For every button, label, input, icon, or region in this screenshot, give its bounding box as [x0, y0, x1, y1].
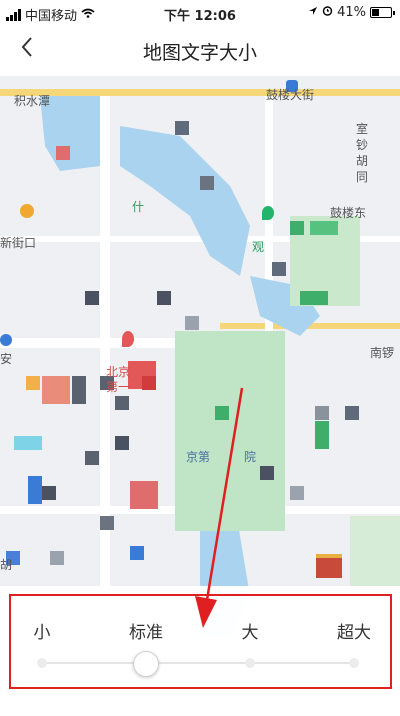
map-label: 院	[244, 450, 257, 464]
map-label: 同	[356, 170, 369, 184]
map-label: 南锣	[370, 346, 395, 360]
map-label: 第一	[106, 380, 131, 394]
map-label: 京第	[186, 450, 211, 464]
map-pin-icon[interactable]	[262, 206, 274, 220]
map-label: 胡	[356, 154, 369, 168]
map-label: 安	[0, 352, 13, 366]
map-label: 新街口	[0, 236, 37, 250]
map-pin-icon[interactable]	[20, 204, 34, 218]
map-label: 胡	[0, 558, 13, 572]
map-label: 钞	[356, 138, 369, 152]
nav-bar: 地图文字大小	[0, 26, 400, 76]
map-label: 鼓楼东	[330, 206, 367, 220]
map-label: 积水潭	[14, 94, 51, 108]
page-title: 地图文字大小	[142, 42, 257, 64]
battery-percent: 41%	[337, 5, 366, 20]
map-label: 什	[132, 200, 145, 214]
map-pin-icon[interactable]	[122, 331, 134, 347]
map-label: 观	[252, 240, 265, 254]
status-bar: 中国移动 下午 12:06 41%	[0, 0, 400, 26]
location-icon	[308, 5, 318, 20]
map-label: 鼓楼大街	[266, 88, 315, 102]
palace-icon	[316, 554, 342, 578]
alarm-icon	[322, 5, 333, 20]
battery-icon	[370, 7, 395, 18]
map-label: 室	[356, 122, 369, 136]
map-pin-icon[interactable]	[0, 334, 12, 346]
highlight-box	[9, 594, 392, 689]
